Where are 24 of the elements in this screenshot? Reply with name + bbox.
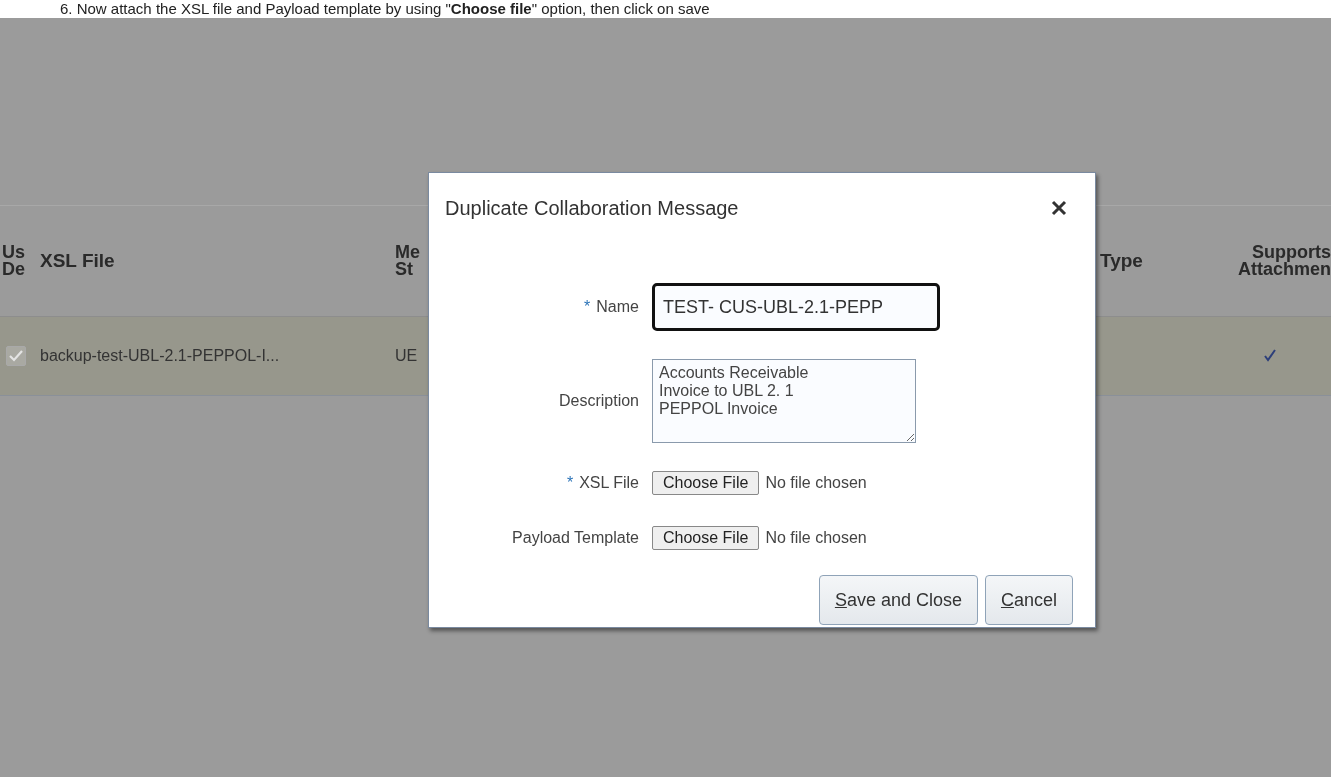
column-header: Me St <box>394 244 421 278</box>
choose-file-button[interactable]: Choose File <box>652 525 760 550</box>
dialog-title: Duplicate Collaboration Message <box>445 196 739 220</box>
file-status: No file chosen <box>765 473 867 492</box>
column-header: Type <box>1099 250 1144 272</box>
description-textarea[interactable]: Accounts Receivable Invoice to UBL 2. 1 PEPPOL Invoice <box>652 359 916 443</box>
file-status: No file chosen <box>765 528 867 547</box>
dialog-button[interactable]: Cancel <box>984 575 1073 625</box>
table-cell-text: UE <box>394 347 419 365</box>
instruction-text: 6. Now attach the XSL file and Payload template by using "Choose file" option, then click on save <box>60 0 710 18</box>
choose-file-button[interactable]: Choose File <box>652 470 760 495</box>
checkbox[interactable] <box>6 346 26 366</box>
column-header: Us De <box>1 244 26 278</box>
field-label: Name <box>596 298 639 316</box>
name-input[interactable]: TEST- CUS-UBL-2.1-PEPP <box>652 283 940 331</box>
field-label: Payload Template <box>512 528 639 547</box>
table-cell-text: backup-test-UBL-2.1-PEPPOL-I... <box>39 347 281 365</box>
column-header: XSL File <box>39 250 116 272</box>
field-label: Description <box>558 392 639 410</box>
required-mark: * <box>584 298 591 316</box>
column-header: Supports Attachmen <box>1237 244 1331 278</box>
required-mark: * <box>566 473 574 492</box>
field-label: XSL File <box>579 473 639 492</box>
dialog-button[interactable]: Save and Close <box>818 575 978 625</box>
